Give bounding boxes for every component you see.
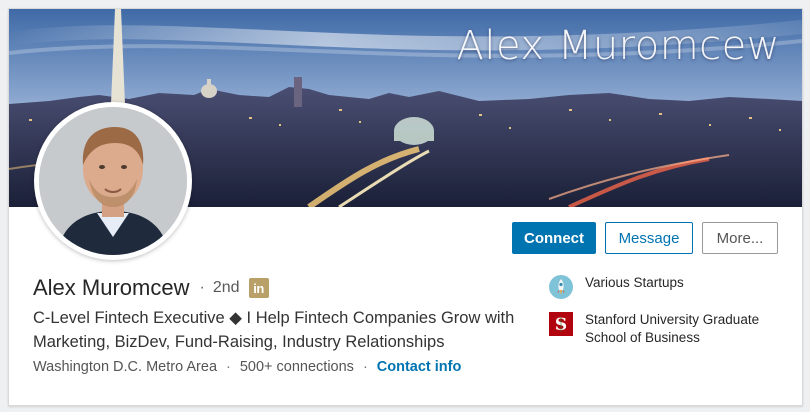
contact-info-link[interactable]: Contact info [377,359,462,375]
profile-photo [39,107,187,255]
connect-button[interactable]: Connect [512,222,596,254]
current-company[interactable]: Various Startups [549,274,789,299]
avatar[interactable] [39,107,187,255]
meta-separator: · [226,359,231,375]
profile-actions: Connect Message More... [512,222,778,254]
message-button[interactable]: Message [605,222,693,254]
profile-name-row: Alex Muromcew · 2nd in [33,275,269,301]
linkedin-premium-icon: in [248,278,269,298]
more-button[interactable]: More... [702,222,778,254]
profile-card: Alex Muromcew Connect Message More... Al… [8,8,803,406]
profile-headline: C-Level Fintech Executive ◆ I Help Finte… [33,309,515,351]
meta-separator: · [362,359,368,375]
connections-count[interactable]: 500+ connections [240,359,354,375]
stanford-s-logo-icon: S [549,312,573,336]
profile-name: Alex Muromcew [33,275,190,300]
current-company-name: Various Startups [585,275,684,290]
profile-location: Washington D.C. Metro Area [33,359,218,375]
startup-rocket-icon [549,275,573,299]
profile-photo-frame[interactable] [34,102,192,260]
connection-degree: 2nd [212,279,240,296]
education-school[interactable]: S Stanford University Graduate School of… [549,311,789,347]
profile-meta: Washington D.C. Metro Area · 500+ connec… [33,359,461,375]
education-school-name: Stanford University Graduate School of B… [585,312,760,345]
banner-title: Alex Muromcew [456,23,780,69]
profile-highlights: Various Startups S Stanford University G… [549,274,789,359]
name-separator: · [199,279,205,296]
